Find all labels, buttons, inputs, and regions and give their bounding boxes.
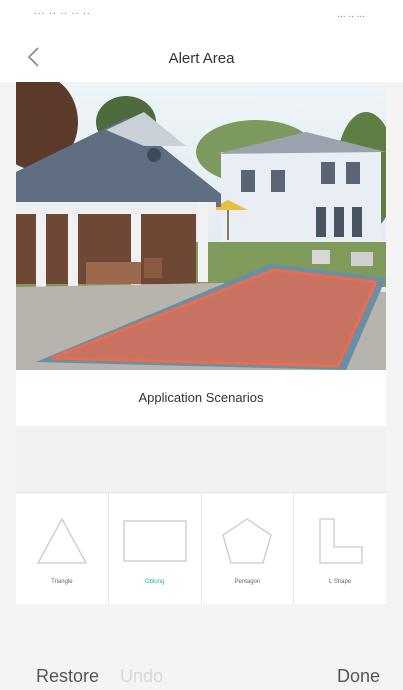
shape-option-triangle[interactable]: Triangle <box>16 493 109 605</box>
shape-option-l-shape[interactable]: L Shape <box>294 493 386 605</box>
shape-option-pentagon[interactable]: Pentagon <box>202 493 295 605</box>
footer-toolbar: Restore Undo Done <box>16 604 386 690</box>
status-bar: ∙∙∙ ∙∙ ∙∙ ∙∙ ∙∙ ∙∙∙ ∙∙ ∙∙∙ <box>0 0 403 34</box>
undo-button[interactable]: Undo <box>120 666 163 687</box>
page-title: Alert Area <box>168 50 235 67</box>
shape-label-l-shape: L Shape <box>329 579 352 585</box>
shape-option-oblong[interactable]: Oblong <box>109 493 202 605</box>
nav-bar: Alert Area <box>0 34 403 82</box>
shape-label-triangle: Triangle <box>51 579 73 585</box>
scenario-title: Application Scenarios <box>138 390 264 405</box>
status-battery-text: ∙∙∙ ∙∙ ∙∙∙ <box>337 11 365 22</box>
pentagon-icon <box>222 518 273 564</box>
shape-label-oblong: Oblong <box>144 579 165 585</box>
camera-image <box>16 82 386 370</box>
scenario-header: Application Scenarios <box>16 370 386 426</box>
l-shape-icon <box>319 518 363 564</box>
rectangle-icon <box>122 520 187 562</box>
camera-preview[interactable]: 0031-001-14 14:31:02 <box>16 82 386 370</box>
spacer <box>16 426 386 492</box>
triangle-icon <box>36 517 87 564</box>
status-signal-text: ∙∙∙ ∙∙ ∙∙ ∙∙ ∙∙ <box>34 8 91 19</box>
camera-timestamp: 0031-001-14 14:31:02 <box>259 100 378 110</box>
restore-button[interactable]: Restore <box>36 666 99 687</box>
done-button[interactable]: Done <box>337 666 380 687</box>
shape-selector: Triangle Oblong Pentagon L Shape <box>16 492 386 606</box>
shape-label-pentagon: Pentagon <box>234 579 261 585</box>
